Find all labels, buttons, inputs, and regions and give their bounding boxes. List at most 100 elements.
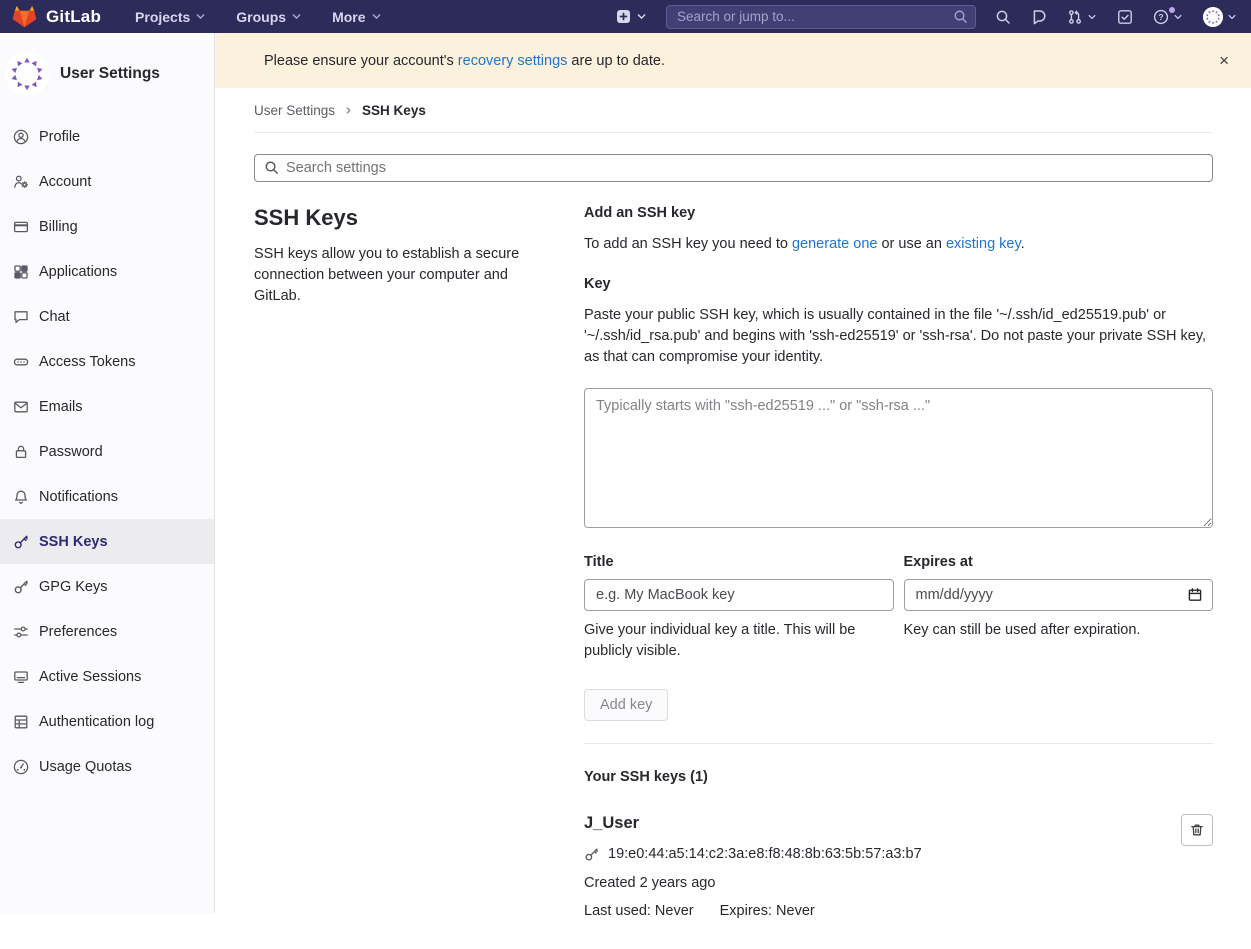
active-sessions-icon <box>13 669 29 685</box>
recovery-settings-banner: Please ensure your account's recovery se… <box>215 33 1251 88</box>
sidebar-item-label: Active Sessions <box>39 669 141 685</box>
help-dropdown[interactable]: ? <box>1153 9 1183 25</box>
sidebar-item-ssh-keys[interactable]: SSH Keys <box>0 519 214 564</box>
sidebar-item-label: SSH Keys <box>39 534 108 550</box>
chevron-down-icon <box>1227 12 1237 22</box>
intro-text-after: . <box>1021 236 1025 252</box>
generate-one-link[interactable]: generate one <box>792 236 877 252</box>
sidebar-item-active-sessions[interactable]: Active Sessions <box>0 654 214 699</box>
sidebar-item-usage-quotas[interactable]: Usage Quotas <box>0 744 214 789</box>
key-label: Key <box>584 276 1213 292</box>
page-description: SSH keys allow you to establish a secure… <box>254 244 554 307</box>
ssh-key-last-used: Last used: Never <box>584 903 694 919</box>
ssh-keys-icon <box>13 534 29 550</box>
gpg-keys-icon <box>13 579 29 595</box>
title-field-group: Title Give your individual key a title. … <box>584 554 894 662</box>
settings-search-input[interactable] <box>254 154 1213 182</box>
search-icon <box>953 9 968 24</box>
sidebar-item-label: Preferences <box>39 624 117 640</box>
notifications-icon <box>13 489 29 505</box>
title-input[interactable] <box>584 579 894 611</box>
user-menu-dropdown[interactable] <box>1203 7 1237 27</box>
gitlab-home-link[interactable]: GitLab <box>12 5 101 29</box>
sidebar-item-label: Billing <box>39 219 78 235</box>
sidebar-header: User Settings <box>0 33 214 114</box>
intro-text-middle: or use an <box>877 236 946 252</box>
sidebar-item-account[interactable]: Account <box>0 159 214 204</box>
sidebar-item-password[interactable]: Password <box>0 429 214 474</box>
header-search-button[interactable] <box>995 9 1011 25</box>
chat-icon <box>13 309 29 325</box>
nav-groups-dropdown[interactable]: Groups <box>236 9 302 25</box>
expires-at-input[interactable] <box>904 579 1214 611</box>
sidebar-item-billing[interactable]: Billing <box>0 204 214 249</box>
calendar-icon[interactable] <box>1187 587 1203 603</box>
banner-close-button[interactable]: × <box>1213 48 1235 73</box>
ssh-key-form-column: Add an SSH key To add an SSH key you nee… <box>584 205 1213 919</box>
ssh-key-name: J_User <box>584 814 1181 833</box>
create-new-dropdown[interactable] <box>616 9 647 24</box>
todos-button[interactable] <box>1117 9 1133 25</box>
merge-requests-icon <box>1067 9 1083 25</box>
issues-icon <box>1031 9 1047 25</box>
issues-button[interactable] <box>1031 9 1047 25</box>
global-search-input[interactable] <box>666 5 976 29</box>
add-ssh-key-heading: Add an SSH key <box>584 205 1213 221</box>
existing-key-link[interactable]: existing key <box>946 236 1021 252</box>
todos-icon <box>1117 9 1133 25</box>
chevron-down-icon <box>195 11 206 22</box>
svg-text:?: ? <box>1158 12 1163 22</box>
sidebar-item-label: Account <box>39 174 91 190</box>
logo-text: GitLab <box>46 7 101 27</box>
chevron-down-icon <box>291 11 302 22</box>
sidebar-item-profile[interactable]: Profile <box>0 114 214 159</box>
sidebar-item-gpg-keys[interactable]: GPG Keys <box>0 564 214 609</box>
main-content: User Settings SSH Keys SSH Keys SSH keys… <box>215 88 1251 949</box>
help-icon: ? <box>1153 9 1169 25</box>
settings-search <box>254 154 1213 182</box>
nav-more-dropdown[interactable]: More <box>332 9 381 25</box>
key-help-text: Paste your public SSH key, which is usua… <box>584 305 1213 368</box>
breadcrumb: User Settings SSH Keys <box>254 88 1213 133</box>
account-icon <box>13 174 29 190</box>
recovery-settings-link[interactable]: recovery settings <box>458 53 568 69</box>
sidebar-item-emails[interactable]: Emails <box>0 384 214 429</box>
access-tokens-icon <box>13 354 29 370</box>
add-key-button[interactable]: Add key <box>584 689 668 721</box>
sidebar-item-label: Profile <box>39 129 80 145</box>
intro-text-before: To add an SSH key you need to <box>584 236 792 252</box>
breadcrumb-user-settings[interactable]: User Settings <box>254 103 335 118</box>
sidebar-item-label: Password <box>39 444 103 460</box>
trash-icon <box>1189 822 1205 838</box>
plus-square-icon <box>616 9 631 24</box>
ssh-keys-description-column: SSH Keys SSH keys allow you to establish… <box>254 205 554 919</box>
ssh-key-expires: Expires: Never <box>720 903 815 919</box>
sidebar-item-label: Access Tokens <box>39 354 135 370</box>
sidebar-item-label: Authentication log <box>39 714 154 730</box>
key-icon <box>584 847 599 862</box>
preferences-icon <box>13 624 29 640</box>
expires-help-text: Key can still be used after expiration. <box>904 620 1214 641</box>
search-icon <box>264 160 279 175</box>
sidebar-item-authentication-log[interactable]: Authentication log <box>0 699 214 744</box>
sidebar-item-label: GPG Keys <box>39 579 108 595</box>
chevron-right-icon <box>344 106 353 115</box>
sidebar-item-applications[interactable]: Applications <box>0 249 214 294</box>
add-ssh-key-intro: To add an SSH key you need to generate o… <box>584 234 1213 255</box>
nav-projects-dropdown[interactable]: Projects <box>135 9 206 25</box>
password-icon <box>13 444 29 460</box>
merge-requests-dropdown[interactable] <box>1067 9 1097 25</box>
profile-icon <box>13 129 29 145</box>
sidebar-item-access-tokens[interactable]: Access Tokens <box>0 339 214 384</box>
ssh-key-textarea[interactable] <box>584 388 1213 528</box>
delete-key-button[interactable] <box>1181 814 1213 846</box>
global-search <box>666 5 976 29</box>
sidebar-item-preferences[interactable]: Preferences <box>0 609 214 654</box>
section-divider <box>584 743 1213 744</box>
sidebar-item-label: Chat <box>39 309 70 325</box>
ssh-key-info: J_User 19:e0:44:a5:14:c2:3a:e8:f8:48:8b:… <box>584 814 1181 919</box>
sidebar-item-chat[interactable]: Chat <box>0 294 214 339</box>
sidebar-item-notifications[interactable]: Notifications <box>0 474 214 519</box>
your-ssh-keys-heading: Your SSH keys (1) <box>584 769 1213 785</box>
billing-icon <box>13 219 29 235</box>
